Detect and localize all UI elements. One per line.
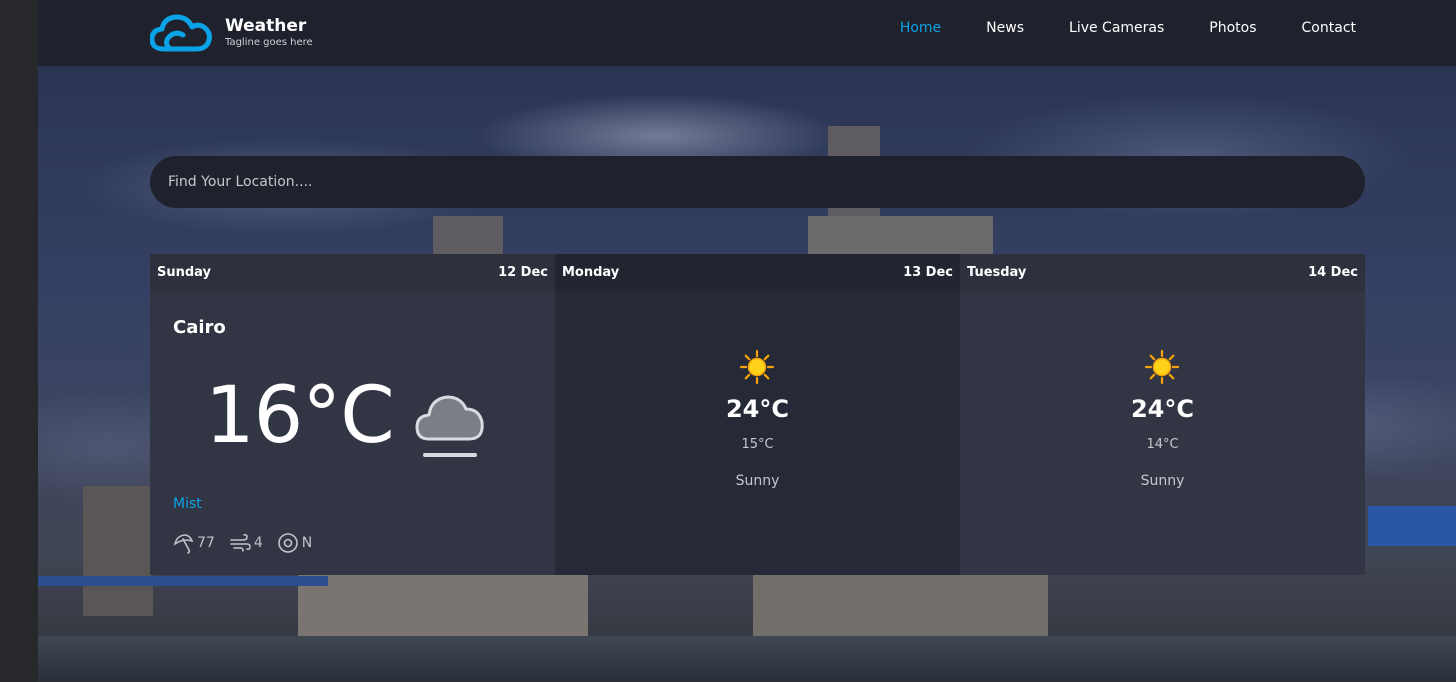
brand-name: Weather — [225, 16, 307, 36]
forecast-card-day-2: Monday 13 Dec 24°C 15°C Sunny — [555, 254, 960, 575]
brand[interactable]: Weather Tagline goes here — [150, 8, 313, 58]
location-name: Cairo — [173, 317, 226, 338]
weather-stats: 77 4 N — [172, 532, 326, 554]
compass-icon — [277, 533, 298, 553]
max-temperature: 24°C — [725, 395, 789, 423]
location-search-input[interactable] — [150, 156, 1365, 208]
river — [38, 636, 1456, 682]
page: Weather Tagline goes here Home News Live… — [38, 0, 1456, 682]
card-body: 24°C 14°C Sunny — [960, 291, 1365, 575]
card-body: Cairo 16°C Mist 77 4 N — [150, 291, 555, 575]
date-label: 14 Dec — [1308, 265, 1358, 280]
left-strip — [0, 0, 38, 682]
umbrella-icon — [173, 534, 194, 554]
day-label: Tuesday — [967, 265, 1027, 280]
wind-value: 4 — [253, 535, 263, 551]
current-temperature: 16°C — [205, 371, 395, 461]
cloud-logo-icon — [150, 14, 212, 52]
day-label: Sunday — [157, 265, 212, 280]
sun-icon — [739, 349, 775, 385]
current-condition: Mist — [173, 496, 202, 512]
direction-stat: N — [277, 532, 312, 554]
forecast-panel: Sunday 12 Dec Cairo 16°C Mist 77 4 N Mon… — [150, 254, 1365, 575]
mist-cloud-icon — [415, 395, 484, 457]
wind-icon — [230, 533, 251, 552]
date-label: 13 Dec — [903, 265, 953, 280]
nav-news[interactable]: News — [986, 20, 1024, 36]
brand-tagline: Tagline goes here — [225, 37, 313, 48]
nav-photos[interactable]: Photos — [1209, 20, 1256, 36]
min-temperature: 15°C — [741, 437, 774, 452]
min-temperature: 14°C — [1146, 437, 1179, 452]
card-body: 24°C 15°C Sunny — [555, 291, 960, 575]
site-header: Weather Tagline goes here Home News Live… — [38, 0, 1456, 66]
humidity-value: 77 — [197, 535, 215, 551]
card-header: Sunday 12 Dec — [150, 254, 555, 291]
card-header: Monday 13 Dec — [555, 254, 960, 291]
forecast-condition: Sunny — [735, 473, 780, 489]
bridge-deck-right — [1368, 506, 1456, 546]
forecast-condition: Sunny — [1140, 473, 1185, 489]
bank-building-left — [83, 486, 153, 616]
wind-stat: 4 — [229, 532, 263, 554]
day-label: Monday — [562, 265, 620, 280]
max-temperature: 24°C — [1130, 395, 1194, 423]
nav-contact[interactable]: Contact — [1302, 20, 1356, 36]
forecast-card-day-3: Tuesday 14 Dec 24°C 14°C Sunny — [960, 254, 1365, 575]
main-nav: Home News Live Cameras Photos Contact — [855, 0, 1356, 56]
humidity-stat: 77 — [172, 532, 215, 554]
date-label: 12 Dec — [498, 265, 548, 280]
card-header: Tuesday 14 Dec — [960, 254, 1365, 291]
nav-home[interactable]: Home — [900, 20, 941, 36]
direction-value: N — [301, 535, 313, 551]
sun-icon — [1144, 349, 1180, 385]
forecast-card-today: Sunday 12 Dec Cairo 16°C Mist 77 4 N — [150, 254, 555, 575]
nav-live-cameras[interactable]: Live Cameras — [1069, 20, 1164, 36]
bridge-deck-left — [38, 576, 328, 586]
